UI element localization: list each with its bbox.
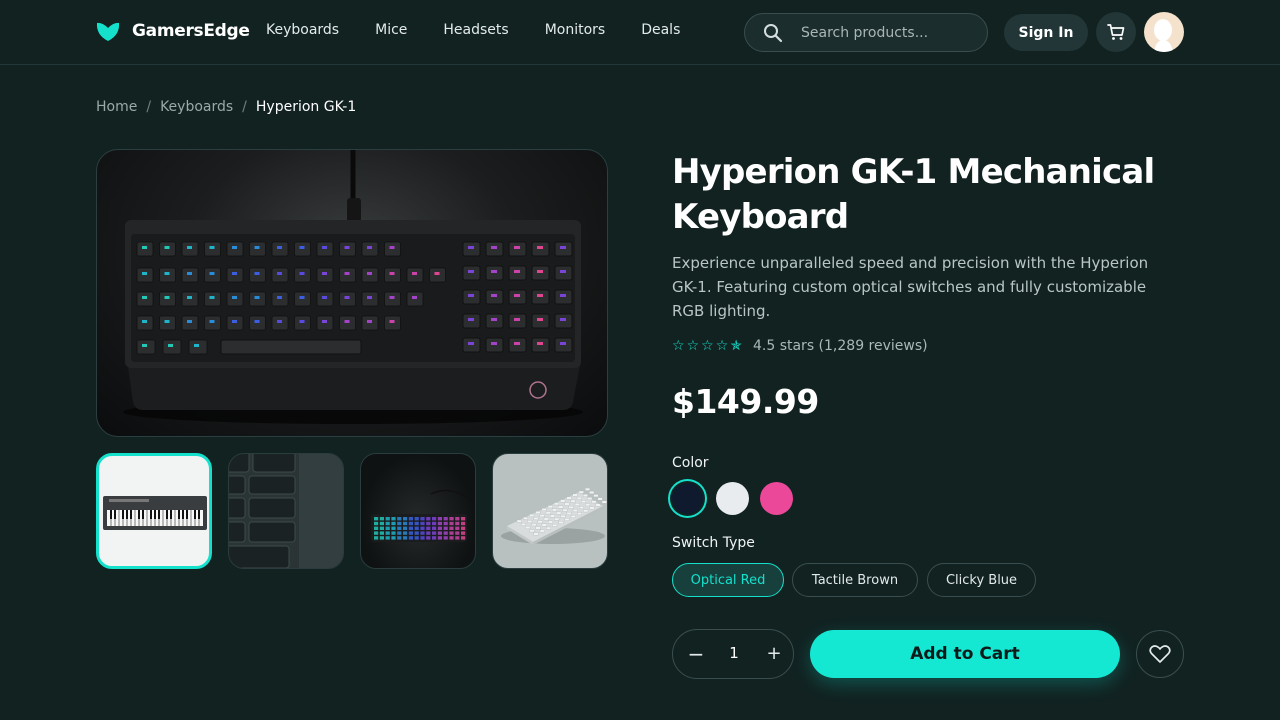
color-label: Color [672,455,709,471]
brand-name: GamersEdge [132,21,250,41]
main-nav: Keyboards Mice Headsets Monitors Deals [266,22,716,38]
nav-item-keyboards[interactable]: Keyboards [266,22,339,38]
color-swatch-navy[interactable] [672,483,703,514]
thumbnail-4[interactable] [492,453,608,569]
add-to-cart-button[interactable]: Add to Cart [810,630,1120,678]
keyboard-image [123,150,583,424]
product-description: Experience unparalleled speed and precis… [672,254,1149,320]
site-header: GamersEdge Keyboards Mice Headsets Monit… [0,0,1280,65]
thumbnail-rgb-keyboard-image [371,489,474,542]
product-rating[interactable]: ☆ ☆ ☆ ☆ ✯ 4.5 stars (1,289 reviews) [672,338,928,354]
breadcrumb-separator: / [146,99,152,115]
search-input[interactable] [801,22,971,44]
sign-in-button[interactable]: Sign In [1004,14,1088,51]
switch-option-optical-red[interactable]: Optical Red [672,563,784,597]
heart-icon [1149,645,1171,663]
brand-logo[interactable]: GamersEdge [96,20,250,42]
product-price: $149.99 [672,382,819,421]
nav-item-deals[interactable]: Deals [641,22,680,38]
breadcrumb-keyboards[interactable]: Keyboards [160,99,233,115]
breadcrumb-home[interactable]: Home [96,99,137,115]
thumbnail-piano-keyboard-image [103,496,207,530]
star-half-icon: ✯ [730,338,742,354]
breadcrumb-separator: / [242,99,247,115]
star-icon: ☆ [701,338,714,354]
main-product-image [96,149,608,437]
thumbnail-2[interactable] [228,453,344,569]
product-title: Hyperion GK-1 Mechanical Keyboard [672,152,1155,237]
nav-item-headsets[interactable]: Headsets [443,22,508,38]
logo-icon [96,22,120,41]
cart-button[interactable] [1096,12,1136,52]
nav-item-mice[interactable]: Mice [375,22,407,38]
shopping-cart-icon [1107,24,1125,40]
color-swatch-pink[interactable] [760,482,793,515]
thumbnail-1[interactable] [96,453,212,569]
switch-option-tactile-brown[interactable]: Tactile Brown [792,563,918,597]
thumbnail-3[interactable] [360,453,476,569]
star-icon: ☆ [686,338,700,354]
search-icon [764,24,783,43]
quantity-stepper: − 1 + [672,629,794,679]
quantity-decrease-button[interactable]: − [681,639,711,669]
breadcrumb-current: Hyperion GK-1 [255,99,357,115]
nav-item-monitors[interactable]: Monitors [545,22,606,38]
breadcrumb: Home / Keyboards / Hyperion GK-1 [96,99,356,115]
color-swatch-white[interactable] [716,482,749,515]
switch-option-clicky-blue[interactable]: Clicky Blue [927,563,1036,597]
avatar[interactable] [1144,12,1184,52]
thumbnail-keys-closeup-image [229,454,343,568]
star-rating: ☆ ☆ ☆ ☆ ✯ [672,338,744,354]
user-avatar-icon [1154,19,1173,52]
star-icon: ☆ [672,338,685,354]
thumbnail-white-keyboard-image [501,487,607,545]
wishlist-button[interactable] [1136,630,1184,678]
search-bar [744,13,988,52]
rating-text: 4.5 stars (1,289 reviews) [752,338,928,354]
quantity-value: 1 [729,644,739,662]
star-icon: ☆ [715,338,729,354]
quantity-increase-button[interactable]: + [759,639,789,669]
switch-type-label: Switch Type [672,535,755,551]
